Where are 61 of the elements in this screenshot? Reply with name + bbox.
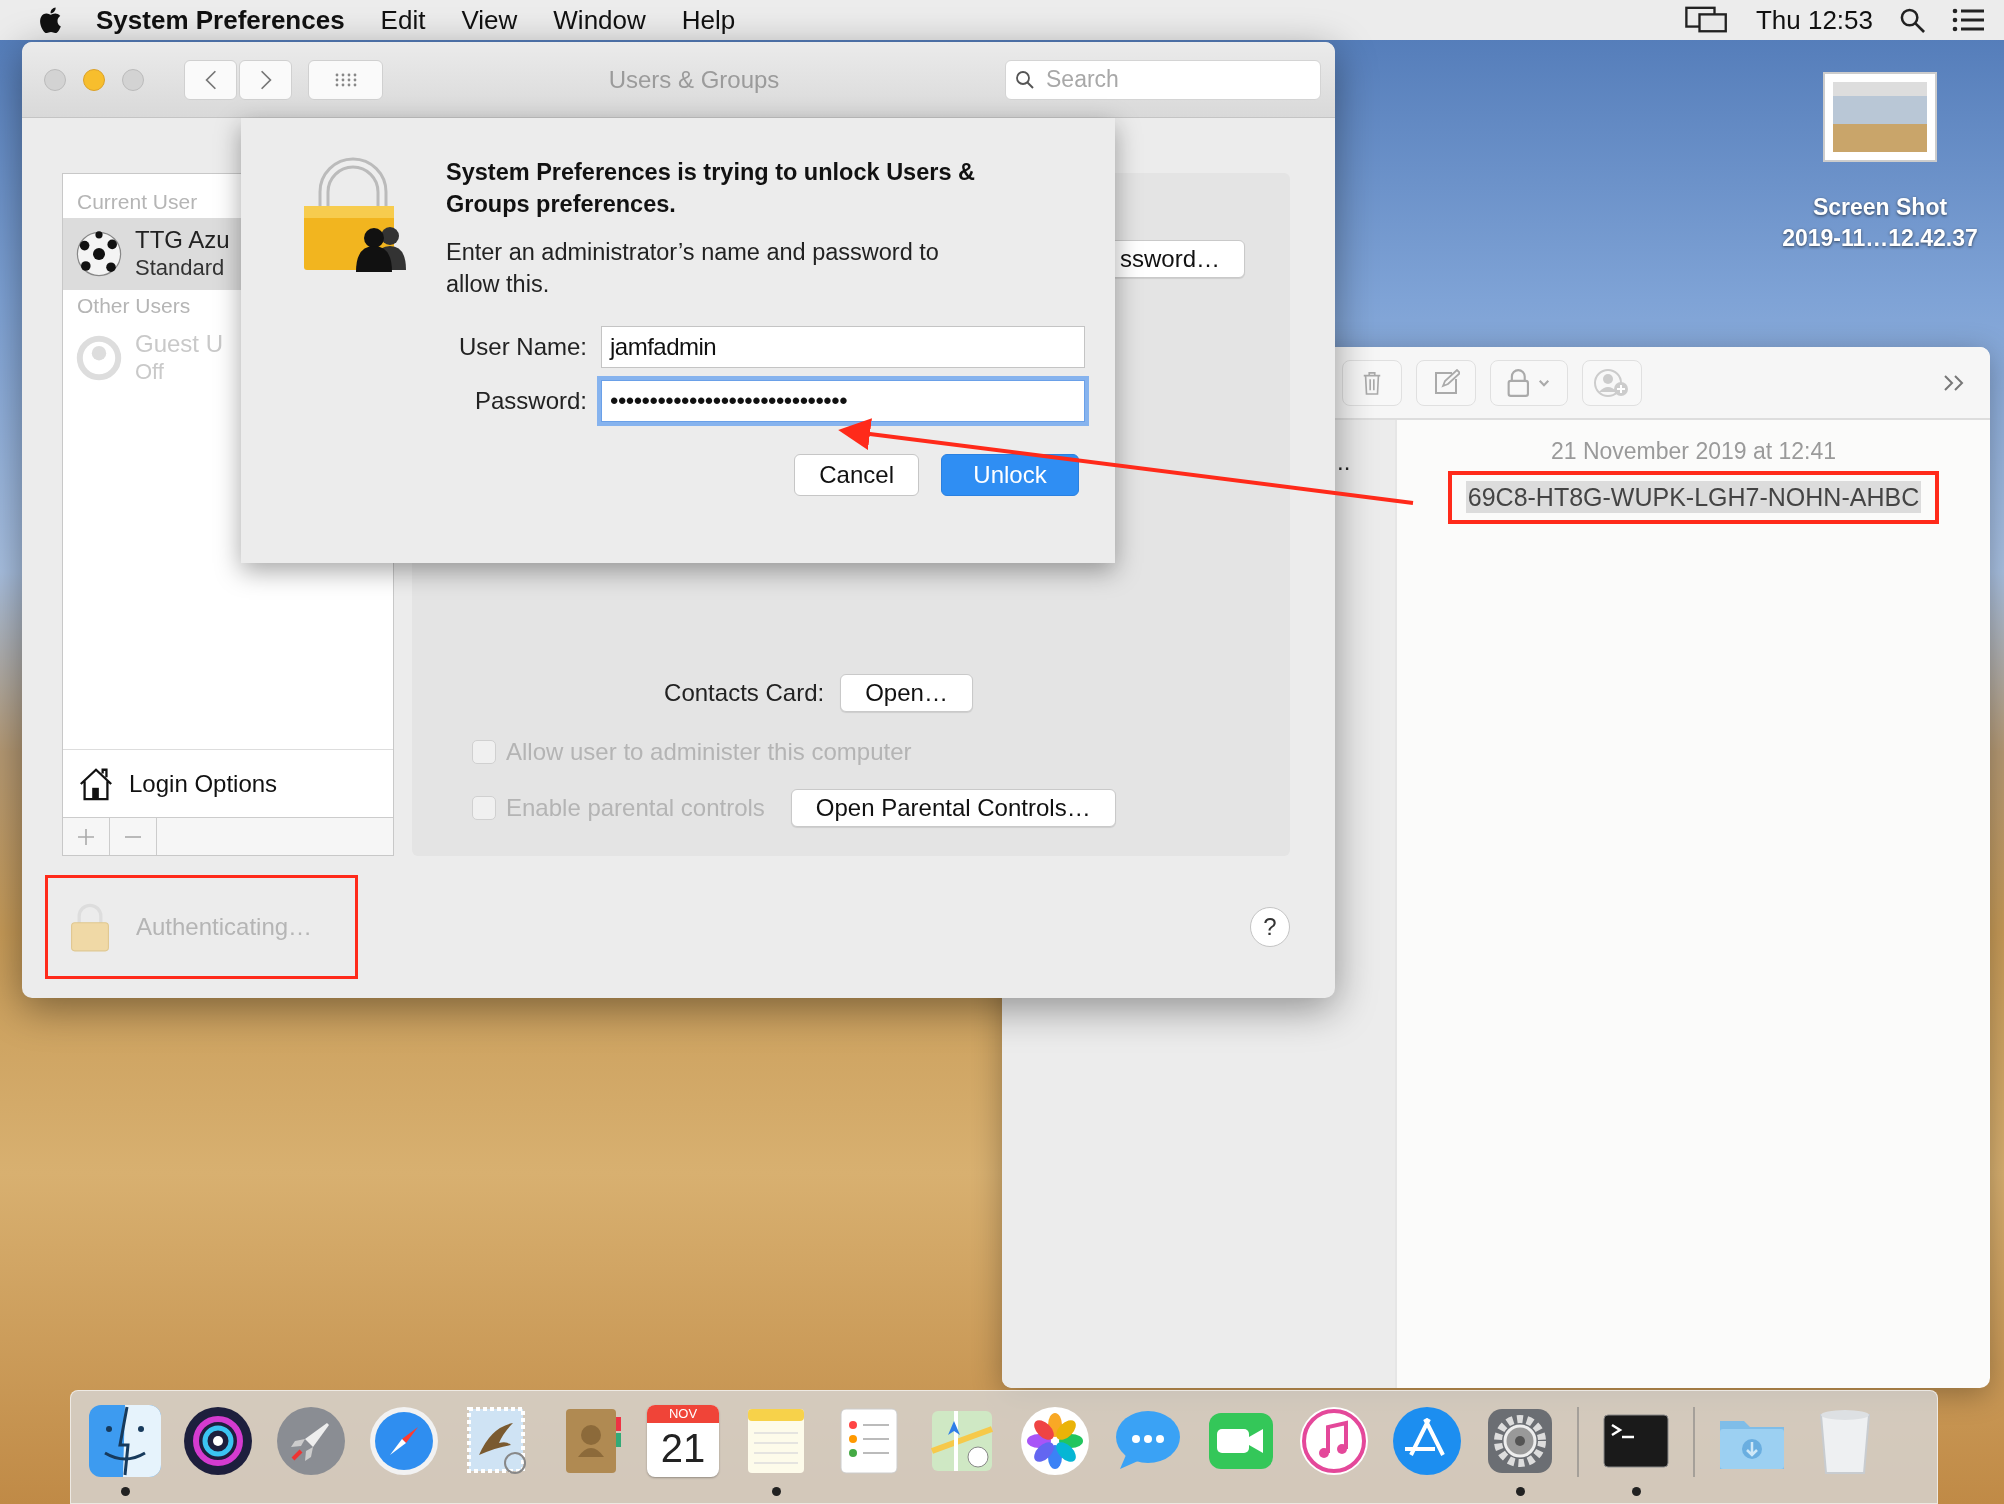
- list-icon[interactable]: [1952, 8, 1984, 32]
- calendar-day: 21: [660, 1423, 706, 1473]
- menu-item[interactable]: View: [461, 4, 518, 36]
- dot-grid-icon: [333, 71, 358, 88]
- note-text[interactable]: 69C8-HT8G-WUPK-LGH7-NOHN-AHBC: [1465, 481, 1922, 513]
- help-button[interactable]: ?: [1250, 907, 1290, 947]
- rocket-icon[interactable]: [275, 1405, 347, 1477]
- plus-icon: [76, 826, 96, 847]
- compose-icon[interactable]: [1416, 359, 1476, 406]
- person-icon: [75, 334, 123, 382]
- flower-icon[interactable]: [1019, 1405, 1091, 1477]
- menu-item[interactable]: Edit: [380, 4, 426, 36]
- soccer-ball-icon: [75, 230, 123, 278]
- display-icon[interactable]: [1683, 5, 1730, 35]
- file-name-label: 2019-11…12.42.37: [1782, 224, 1978, 253]
- minimize-button[interactable]: [83, 68, 105, 91]
- compass-icon[interactable]: [368, 1405, 440, 1477]
- dialog-button[interactable]: Cancel: [794, 454, 919, 496]
- note-date: 21 November 2019 at 12:41: [1550, 438, 1837, 465]
- search-field[interactable]: Search: [1005, 59, 1321, 100]
- chevron-right-icon: [258, 68, 273, 91]
- open-contacts-button[interactable]: Open…: [840, 674, 973, 712]
- chevrons-icon[interactable]: [1942, 372, 1966, 393]
- orb-icon[interactable]: [182, 1405, 254, 1477]
- face-icon[interactable]: [89, 1405, 161, 1477]
- dialog-message: Enter an administrator’s name and password to allow this.: [446, 238, 940, 299]
- menu-item[interactable]: Help: [681, 4, 736, 36]
- open-parental-controls-button[interactable]: Open Parental Controls…: [790, 789, 1116, 827]
- chevron-left-icon: [203, 68, 218, 91]
- window-title: Users & Groups: [607, 65, 781, 94]
- text-field[interactable]: jamfadmin: [601, 326, 1085, 368]
- lock-menu-button[interactable]: [1490, 359, 1568, 406]
- field-label: User Name:: [457, 333, 587, 361]
- minus-icon: [123, 835, 143, 838]
- screenshot-thumbnail[interactable]: [1823, 72, 1937, 162]
- file-name-label: Screen Shot: [1812, 193, 1948, 222]
- contacts-card-label: Contacts Card:: [664, 679, 825, 707]
- apple-icon[interactable]: [38, 6, 62, 34]
- calendar-icon[interactable]: NOV 21: [647, 1405, 719, 1477]
- trash-icon[interactable]: [1342, 359, 1402, 406]
- forward-button[interactable]: [239, 59, 292, 100]
- close-button[interactable]: [44, 68, 66, 91]
- lock-icon[interactable]: [68, 901, 112, 953]
- search-icon[interactable]: [1899, 6, 1926, 34]
- back-button[interactable]: [184, 59, 237, 100]
- section-header: Current User: [76, 189, 199, 215]
- note-title[interactable]: ..: [1337, 448, 1351, 475]
- music-note-icon[interactable]: [1298, 1405, 1370, 1477]
- section-header: Other Users: [76, 293, 192, 319]
- calendar-month: NOV: [647, 1405, 719, 1423]
- zoom-button[interactable]: [122, 68, 144, 91]
- user-name: TTG Azu: [135, 226, 230, 254]
- add-person-icon[interactable]: [1582, 359, 1642, 406]
- menu-app-name[interactable]: System Preferences: [96, 4, 345, 36]
- menu-item[interactable]: Window: [553, 4, 646, 36]
- user-role: Standard: [135, 254, 226, 282]
- show-all-button[interactable]: [308, 59, 383, 100]
- field-label: Password:: [473, 387, 587, 415]
- login-options-label: Login Options: [129, 769, 278, 798]
- menu-clock[interactable]: Thu 12:53: [1755, 4, 1873, 36]
- dialog-title: System Preferences is trying to unlock Users & Groups preferences.: [446, 158, 976, 219]
